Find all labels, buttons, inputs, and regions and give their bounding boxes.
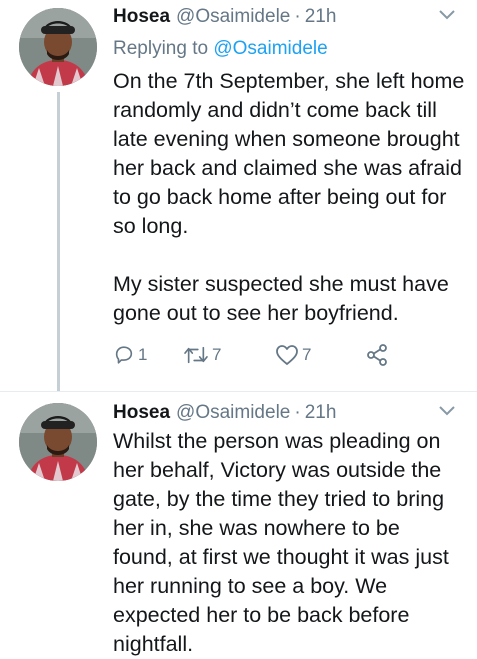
retweet-icon <box>184 346 208 364</box>
timestamp[interactable]: 21h <box>305 400 337 426</box>
tweet-text: On the 7th September, she left home rand… <box>113 69 465 325</box>
tweet-header: Hosea @Osaimidele · 21h <box>113 400 465 426</box>
tweet[interactable]: Hosea @Osaimidele · 21h Whilst the perso… <box>0 392 477 656</box>
share-icon <box>367 344 387 366</box>
reply-count: 1 <box>138 345 148 364</box>
avatar[interactable] <box>19 403 97 481</box>
tweet[interactable]: Hosea @Osaimidele · 21h Replying to @Osa… <box>0 0 477 392</box>
replying-label: Replying to <box>113 38 209 59</box>
user-handle[interactable]: @Osaimidele <box>176 400 290 426</box>
like-button[interactable]: 7 <box>275 344 365 366</box>
separator: · <box>294 6 301 27</box>
tweet-header: Hosea @Osaimidele · 21h <box>113 4 465 30</box>
avatar[interactable] <box>19 8 97 86</box>
retweet-count: 7 <box>212 345 222 364</box>
reply-button[interactable]: 1 <box>113 344 183 366</box>
retweet-button[interactable]: 7 <box>183 344 275 366</box>
display-name[interactable]: Hosea <box>113 400 170 426</box>
separator: · <box>294 402 301 423</box>
share-button[interactable] <box>365 343 389 367</box>
timestamp[interactable]: 21h <box>305 4 337 30</box>
thread-line <box>57 92 60 392</box>
tweet-text: Whilst the person was pleading on her be… <box>113 429 449 656</box>
replying-to-link[interactable]: @Osaimidele <box>213 38 327 59</box>
display-name[interactable]: Hosea <box>113 4 170 30</box>
like-count: 7 <box>302 345 312 364</box>
user-handle[interactable]: @Osaimidele <box>176 4 290 30</box>
replying-to: Replying to @Osaimidele <box>113 36 465 62</box>
reply-icon <box>115 346 133 364</box>
action-bar: 1 7 7 <box>113 343 389 367</box>
heart-icon <box>276 345 298 365</box>
